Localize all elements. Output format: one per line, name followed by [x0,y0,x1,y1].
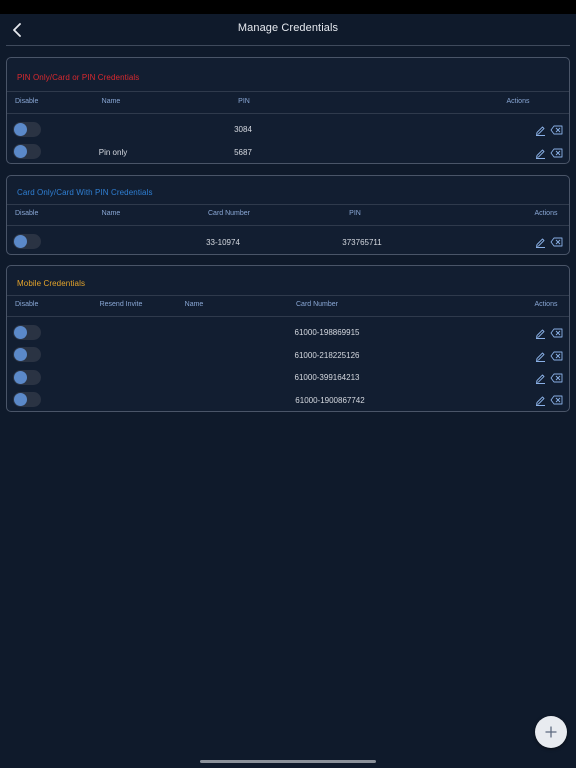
disable-toggle[interactable] [13,325,41,340]
column-header-pin: PIN [238,98,250,105]
toggle-knob [14,371,27,384]
toggle-knob [14,123,27,136]
backspace-x-icon [550,328,562,338]
disable-toggle[interactable] [13,392,41,407]
delete-button[interactable] [549,147,563,159]
backspace-x-icon [550,395,562,405]
edit-button[interactable] [533,147,547,159]
toggle-knob [14,326,27,339]
pin-section-title: PIN Only/Card or PIN Credentials [17,73,140,82]
divider [7,91,569,92]
home-indicator [200,760,376,763]
column-header-pin: PIN [349,210,361,217]
card-credentials-panel: Card Only/Card With PIN Credentials Disa… [6,175,570,255]
delete-button[interactable] [549,124,563,136]
edit-button[interactable] [533,394,547,406]
delete-button[interactable] [549,236,563,248]
edit-button[interactable] [533,350,547,362]
delete-button[interactable] [549,394,563,406]
column-header-card-number: Card Number [295,301,339,308]
pencil-icon [535,374,545,384]
nav-bar: Manage Credentials [0,14,576,46]
edit-button[interactable] [533,124,547,136]
pencil-icon [535,238,545,248]
disable-toggle[interactable] [13,234,41,249]
pencil-icon [535,126,545,136]
pencil-icon [535,396,545,406]
mobile-section-title: Mobile Credentials [17,279,86,288]
column-header-disable: Disable [15,210,39,217]
disable-toggle[interactable] [13,144,41,159]
column-header-actions: Actions [534,210,558,217]
header-divider [6,45,570,46]
disable-toggle[interactable] [13,122,41,137]
plus-icon [545,726,557,738]
status-bar [0,0,576,14]
backspace-x-icon [550,237,562,247]
toggle-knob [14,348,27,361]
card-number-cell: 61000-1900867742 [295,396,365,405]
column-header-name: Name [101,98,121,105]
divider [7,225,569,226]
card-section-title: Card Only/Card With PIN Credentials [17,188,153,197]
disable-toggle[interactable] [13,347,41,362]
card-number-cell: 61000-198869915 [294,328,360,337]
column-header-name: Name [101,210,121,217]
delete-button[interactable] [549,327,563,339]
column-header-disable: Disable [15,301,39,308]
divider [7,316,569,317]
column-header-name: Name [184,301,204,308]
backspace-x-icon [550,125,562,135]
toggle-knob [14,235,27,248]
delete-button[interactable] [549,350,563,362]
delete-button[interactable] [549,372,563,384]
backspace-x-icon [550,148,562,158]
card-number-cell: 33-10974 [206,238,240,247]
pin-credentials-panel: PIN Only/Card or PIN Credentials Disable… [6,57,570,164]
name-cell: Pin only [98,148,128,157]
toggle-knob [14,393,27,406]
edit-button[interactable] [533,372,547,384]
toggle-knob [14,145,27,158]
edit-button[interactable] [533,327,547,339]
column-header-resend-invite: Resend Invite [99,301,143,308]
divider [7,204,569,205]
pencil-icon [535,352,545,362]
edit-button[interactable] [533,236,547,248]
pin-cell: 3084 [234,125,252,134]
card-number-cell: 61000-399164213 [294,373,360,382]
add-credential-button[interactable] [535,716,567,748]
column-header-disable: Disable [15,98,39,105]
pin-cell: 5687 [234,148,252,157]
card-number-cell: 61000-218225126 [294,351,360,360]
backspace-x-icon [550,373,562,383]
page-title: Manage Credentials [237,22,339,34]
divider [7,295,569,296]
column-header-card-number: Card Number [207,210,251,217]
pencil-icon [535,149,545,159]
pencil-icon [535,329,545,339]
column-header-actions: Actions [534,301,558,308]
divider [7,113,569,114]
backspace-x-icon [550,351,562,361]
disable-toggle[interactable] [13,370,41,385]
pin-cell: 373765711 [342,238,382,247]
mobile-credentials-panel: Mobile Credentials Disable Resend Invite… [6,265,570,412]
column-header-actions: Actions [506,98,530,105]
